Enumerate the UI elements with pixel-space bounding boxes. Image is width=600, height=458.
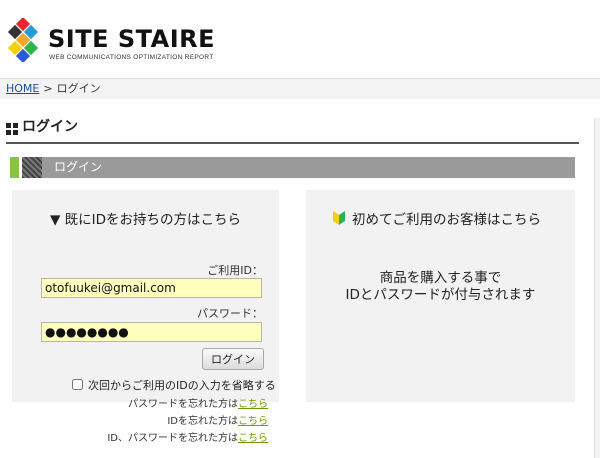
id-input[interactable]	[41, 278, 262, 298]
login-panel-heading: ▼ 既にIDをお持ちの方はこちら	[49, 212, 242, 228]
forgot-id-link[interactable]: こちら	[238, 416, 268, 427]
forgot-password-text: パスワードを忘れた方は	[128, 399, 238, 410]
remember-id-option[interactable]: 次回からご利用のIDの入力を省略する	[72, 377, 276, 393]
brand-name[interactable]: SITE STAIRE	[48, 26, 215, 52]
forgot-both-line: ID、パスワードを忘れた方はこちら	[107, 429, 268, 444]
forgot-password-link[interactable]: こちら	[238, 399, 268, 410]
forgot-password-line: パスワードを忘れた方はこちら	[128, 395, 268, 410]
password-label: パスワード：	[197, 307, 263, 320]
forgot-id-line: IDを忘れた方はこちら	[167, 412, 268, 427]
id-label: ご利用ID：	[207, 264, 263, 277]
page-title-block: ログイン	[6, 117, 579, 144]
page: SITE STAIRE WEB COMMUNICATIONS OPTIMIZAT…	[0, 0, 600, 458]
section-header: ログイン	[10, 157, 575, 178]
breadcrumb-current: ログイン	[56, 82, 101, 95]
brand-tagline: WEB COMMUNICATIONS OPTIMIZATION REPORT	[49, 54, 214, 61]
login-panel: ▼ 既にIDをお持ちの方はこちら ご利用ID： パスワード： ログイン 次回から…	[12, 190, 279, 402]
forgot-both-text: ID、パスワードを忘れた方は	[107, 433, 238, 444]
breadcrumb-home-link[interactable]: HOME	[6, 82, 39, 95]
password-input[interactable]	[41, 322, 262, 342]
info-line-1: 商品を購入する事で	[379, 270, 502, 286]
remember-id-label: 次回からご利用のIDの入力を省略する	[88, 379, 276, 392]
login-button[interactable]: ログイン	[202, 348, 264, 370]
forgot-id-text: IDを忘れた方は	[167, 416, 238, 427]
section-stripes	[22, 157, 42, 178]
new-customer-panel: 初めてご利用のお客様はこちら 商品を購入する事で IDとパスワードが付与されます	[306, 190, 575, 402]
breadcrumb-separator: >	[43, 82, 53, 95]
grid-icon	[6, 123, 18, 135]
site-header: SITE STAIRE WEB COMMUNICATIONS OPTIMIZAT…	[0, 0, 600, 78]
forgot-both-link[interactable]: こちら	[238, 433, 268, 444]
beginner-mark-icon	[333, 211, 345, 225]
breadcrumb: HOME > ログイン	[0, 78, 600, 99]
section-accent	[10, 157, 19, 178]
section-label: ログイン	[54, 160, 103, 174]
info-line-2: IDとパスワードが付与されます	[345, 287, 536, 303]
remember-id-checkbox[interactable]	[72, 379, 83, 390]
page-edge	[594, 118, 600, 458]
new-customer-heading: 初めてご利用のお客様はこちら	[352, 212, 541, 228]
site-logo-icon[interactable]	[6, 18, 42, 62]
page-title: ログイン	[22, 119, 78, 135]
new-customer-info: 商品を購入する事で IDとパスワードが付与されます	[306, 270, 575, 304]
